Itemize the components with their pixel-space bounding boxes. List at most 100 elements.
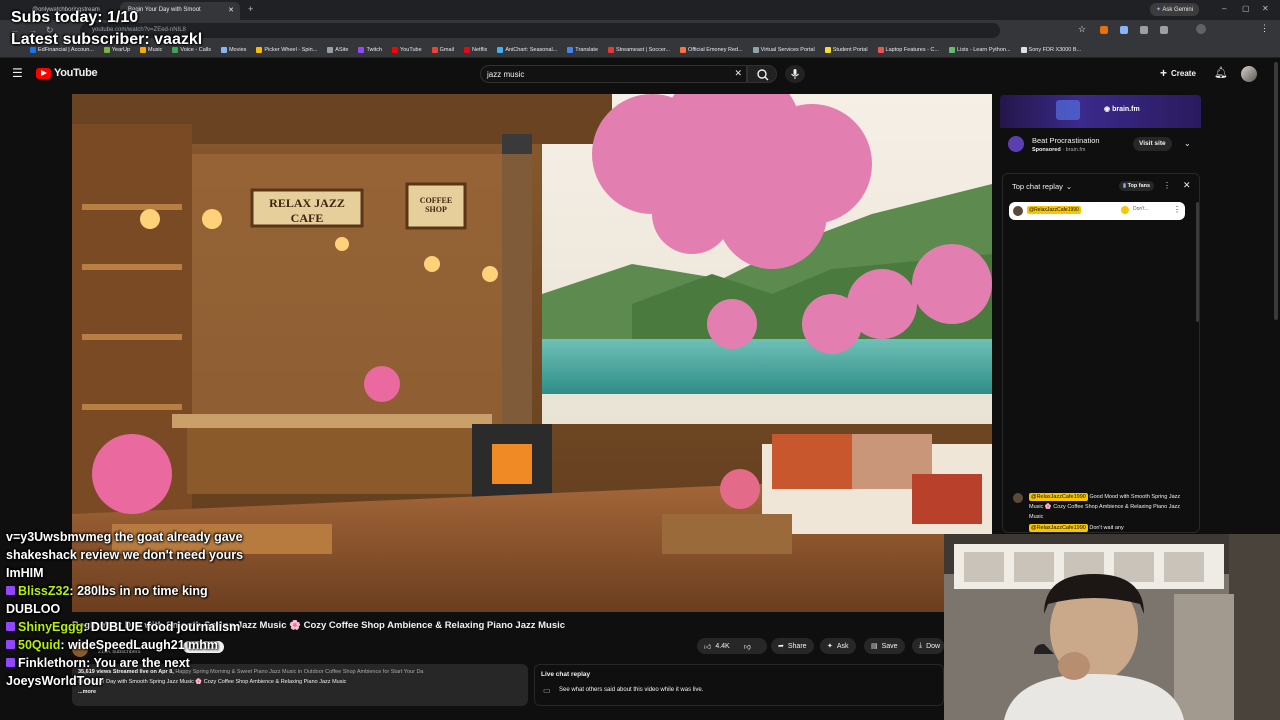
bookmark-favicon-icon [327, 46, 334, 53]
ask-label: Ask [836, 642, 849, 650]
extension-icon[interactable] [1140, 26, 1148, 34]
like-dislike-group: 👍︎ 4.4K 👎︎ [697, 638, 767, 654]
minimize-icon[interactable]: – [1222, 4, 1226, 13]
voice-search-button[interactable] [785, 65, 805, 83]
bookmark-item[interactable]: Netflix [464, 46, 488, 53]
extension-icon[interactable] [1120, 26, 1128, 34]
search-icon [757, 69, 769, 81]
extension-icon[interactable] [1160, 26, 1168, 34]
pinned-author: @RelaxJazzCafe1990 [1027, 206, 1081, 214]
bookmark-favicon-icon [358, 46, 365, 53]
bookmark-item[interactable]: YouTube [392, 46, 422, 53]
sparkle-icon: ✦ [827, 643, 833, 650]
bookmark-item[interactable]: Streameast | Soccer... [608, 46, 670, 53]
bookmark-label: Netflix [472, 46, 488, 53]
close-tab-icon[interactable]: ✕ [228, 6, 234, 14]
bookmark-favicon-icon [949, 46, 956, 53]
ask-button[interactable]: ✦ Ask [820, 638, 856, 654]
create-label: Create [1171, 68, 1196, 78]
twitch-chat-line: 50Quid: wideSpeedLaugh21 mhm [6, 636, 326, 654]
ad-title[interactable]: Beat Procrastination [1032, 136, 1100, 145]
twitch-chat-line: DUBLOO [6, 600, 326, 618]
bookmark-label: Student Portal [832, 46, 868, 53]
bookmark-label: Translate [575, 46, 599, 53]
search-button[interactable] [747, 65, 777, 83]
bookmark-label: Gmail [439, 46, 455, 53]
create-button[interactable]: + Create [1160, 66, 1196, 80]
chat-mode-dropdown[interactable]: Top chat replay ⌄ [1012, 182, 1072, 191]
tab-label: Begin Your Day with Smoot [128, 7, 201, 13]
microphone-icon [791, 69, 799, 79]
live-chat-replay-panel[interactable]: Live chat replay ▭ See what others said … [534, 664, 944, 706]
chevron-down-icon[interactable]: ⌄ [1184, 139, 1191, 148]
separator: : [83, 620, 91, 634]
close-window-icon[interactable]: ✕ [1262, 4, 1269, 13]
advertiser-avatar[interactable] [1008, 136, 1024, 152]
search-input[interactable]: jazz music ✕ [480, 65, 747, 83]
visit-site-button[interactable]: Visit site [1133, 137, 1172, 151]
bookmark-item[interactable]: Sony FDR X3000 B... [1020, 46, 1081, 53]
chat-text: Don't wait any [1089, 525, 1124, 531]
page-scrollbar[interactable] [1274, 62, 1278, 320]
save-button[interactable]: ▤ Save [864, 638, 905, 654]
chrome-menu-icon[interactable]: ⋮ [1260, 23, 1269, 34]
chat-message: @RelaxJazzCafe1990 Good Mood with Smooth… [1009, 490, 1193, 534]
bookmark-item[interactable]: Lists - Learn Python... [949, 46, 1011, 53]
youtube-logo[interactable]: YouTube [36, 67, 98, 79]
twitch-chat-text: DUBLOO [6, 602, 61, 616]
dislike-icon[interactable]: 👎︎ [744, 642, 751, 651]
bookmark-item[interactable]: Virtual Services Portal [752, 46, 815, 53]
share-button[interactable]: ➦ Share [771, 638, 814, 654]
twitch-badge-icon [6, 586, 15, 595]
chat-scrollbar[interactable] [1196, 202, 1199, 322]
emoji-icon [1121, 206, 1129, 214]
bookmark-item[interactable]: Movies [220, 46, 246, 53]
bookmark-item[interactable]: Gmail [431, 46, 455, 53]
browser-tab-bar: @onlywatchboringstream Begin Your Day wi… [0, 0, 1280, 20]
bookmark-label: AniChart: Seasonal... [505, 46, 558, 53]
bookmark-item[interactable]: Twitch [358, 46, 383, 53]
twitch-chat-line: ImHIM [6, 564, 326, 582]
ad-banner[interactable]: ◉ brain.fm [1000, 95, 1201, 128]
close-chat-icon[interactable]: ✕ [1183, 180, 1191, 191]
bookmark-favicon-icon [497, 46, 504, 53]
chat-author: @RelaxJazzCafe1990 [1029, 493, 1088, 501]
ad-brand-text: brain.fm [1112, 106, 1140, 113]
bookmark-item[interactable]: Picker Wheel - Spin... [256, 46, 317, 53]
url-field[interactable]: youtube.com/watch?v=ZEed-nNIL8 [80, 23, 1000, 38]
profile-avatar[interactable] [1196, 24, 1206, 34]
bookmark-item[interactable]: ASite [327, 46, 348, 53]
ask-gemini-button[interactable]: ✦ Ask Gemini [1150, 3, 1200, 16]
bookmark-favicon-icon [567, 46, 574, 53]
bookmark-item[interactable]: Official Emoney Red... [680, 46, 743, 53]
like-count[interactable]: 4.4K [715, 643, 729, 650]
account-avatar[interactable] [1241, 66, 1257, 82]
like-icon[interactable]: 👍︎ [704, 642, 711, 651]
bookmark-item[interactable]: Translate [567, 46, 599, 53]
more-options-icon[interactable]: ⋮ [1163, 181, 1171, 190]
save-icon: ▤ [871, 643, 878, 650]
extension-icon[interactable] [1100, 26, 1108, 34]
download-button[interactable]: ⤓ Dow [912, 638, 944, 654]
bookmark-star-icon[interactable]: ☆ [1078, 24, 1086, 35]
bookmark-item[interactable]: AniChart: Seasonal... [497, 46, 558, 53]
ask-gemini-label: Ask Gemini [1162, 7, 1194, 13]
bookmark-favicon-icon [752, 46, 759, 53]
top-fans-button[interactable]: ▮ Top fans [1119, 181, 1155, 191]
bookmark-item[interactable]: Student Portal [824, 46, 868, 53]
maximize-icon[interactable]: ▢ [1242, 4, 1250, 13]
twitch-chat-username: 50Quid [18, 638, 61, 652]
new-tab-icon[interactable]: + [248, 4, 253, 14]
bookmark-label: Twitch [366, 46, 383, 53]
clear-search-icon[interactable]: ✕ [734, 68, 742, 79]
bookmark-item[interactable]: Laptop Features - C... [877, 46, 939, 53]
twitch-chat-username: Finklethorn [18, 656, 87, 670]
gemini-icon: ✦ [1156, 7, 1162, 13]
plus-icon: + [1160, 66, 1168, 80]
hamburger-menu-icon[interactable]: ☰ [12, 66, 23, 80]
twitch-chat-text: JoeysWorldTour [6, 674, 104, 688]
notifications-bell-icon[interactable]: 🔔︎ [1214, 66, 1228, 79]
twitch-chat-text: v=y3Uwsbmvmeg the goat already gave [6, 530, 243, 544]
pinned-message[interactable]: @RelaxJazzCafe1990 Don't... ⋮ [1009, 202, 1185, 220]
pinned-options-icon[interactable]: ⋮ [1173, 205, 1181, 214]
